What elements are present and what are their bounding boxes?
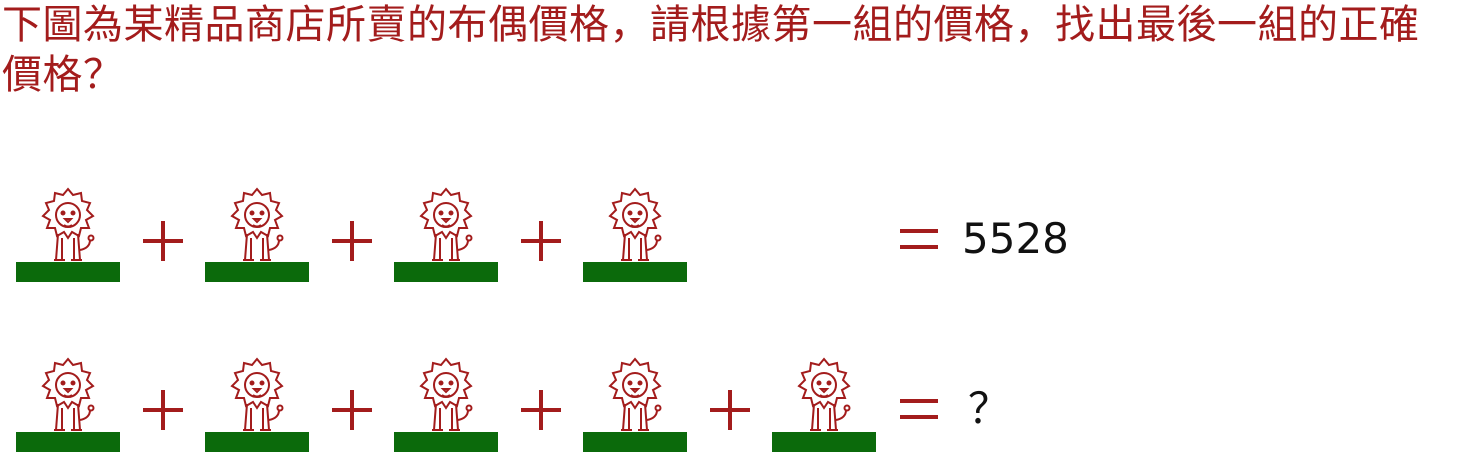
plus-icon [143, 390, 183, 430]
lion-tile [772, 356, 876, 456]
grass-strip [394, 262, 498, 282]
grass-strip [205, 262, 309, 282]
grass-strip [583, 262, 687, 282]
grass-strip [205, 432, 309, 452]
lion-tile [583, 356, 687, 456]
lion-icon [230, 187, 284, 261]
grass-strip [394, 432, 498, 452]
equals-icon [900, 399, 938, 421]
lion-tile [16, 186, 120, 286]
question-text: 下圖為某精品商店所賣的布偶價格，請根據第一組的價格，找出最後一組的正確價格？ [2, 2, 1420, 98]
lion-tile [16, 356, 120, 456]
lion-icon [41, 357, 95, 431]
lion-tile [394, 186, 498, 286]
row-1-result: 5528 [962, 214, 1069, 263]
lion-tile [583, 186, 687, 286]
lion-tile [205, 186, 309, 286]
lion-icon [608, 357, 662, 431]
plus-icon [332, 390, 372, 430]
plus-icon [710, 390, 750, 430]
plus-icon [332, 221, 372, 261]
lion-tile [394, 356, 498, 456]
grass-strip [16, 432, 120, 452]
lion-tile [205, 356, 309, 456]
grass-strip [16, 262, 120, 282]
lion-icon [230, 357, 284, 431]
lion-icon [419, 357, 473, 431]
equals-icon [900, 229, 938, 251]
lion-icon [419, 187, 473, 261]
plus-icon [143, 221, 183, 261]
grass-strip [772, 432, 876, 452]
plus-icon [521, 221, 561, 261]
plus-icon [521, 390, 561, 430]
lion-icon [41, 187, 95, 261]
lion-icon [797, 357, 851, 431]
row-2-result: ？ [968, 384, 1011, 433]
grass-strip [583, 432, 687, 452]
lion-icon [608, 187, 662, 261]
